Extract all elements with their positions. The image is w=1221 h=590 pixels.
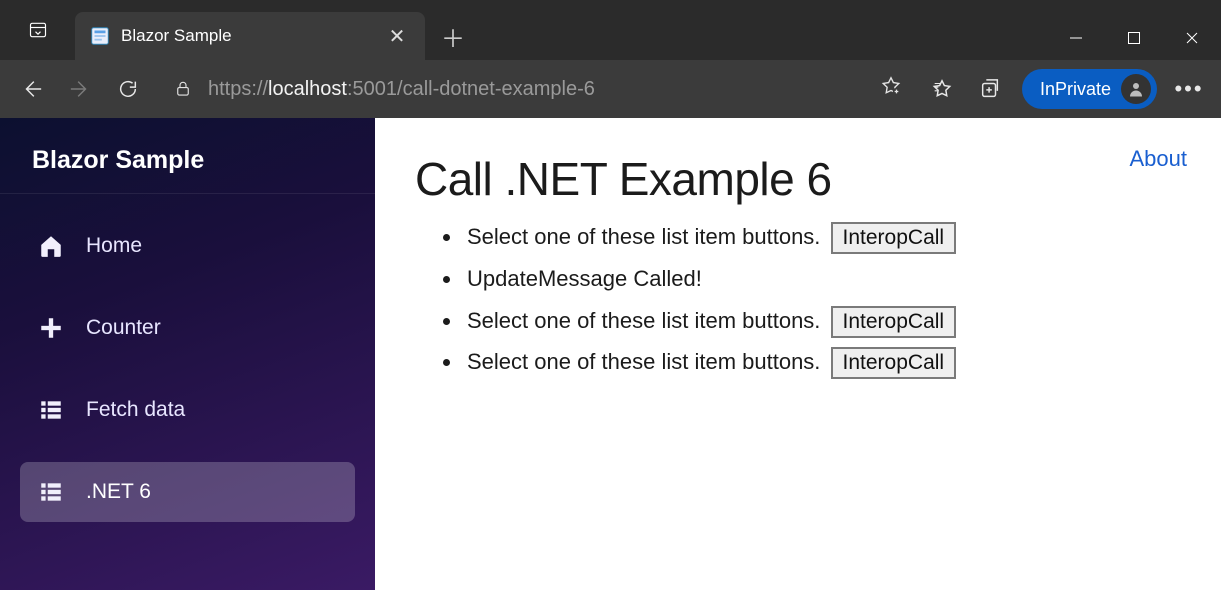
lock-icon bbox=[168, 80, 198, 98]
list-item: UpdateMessage Called! bbox=[463, 258, 1181, 300]
profile-avatar-icon bbox=[1121, 74, 1151, 104]
list-item-text: Select one of these list item buttons. bbox=[467, 308, 827, 333]
more-menu-button[interactable]: ••• bbox=[1167, 76, 1211, 102]
interop-call-button[interactable]: InteropCall bbox=[831, 222, 957, 254]
url-path: /call-dotnet-example-6 bbox=[397, 78, 595, 101]
tab-close-button[interactable]: ✕ bbox=[383, 22, 411, 50]
nav-refresh-button[interactable] bbox=[106, 67, 150, 111]
window-maximize-button[interactable] bbox=[1105, 15, 1163, 60]
browser-chrome: Blazor Sample ✕ ＋ https:// localhost :50… bbox=[0, 0, 1221, 118]
about-link[interactable]: About bbox=[1130, 146, 1188, 172]
sidebar-nav: Home Counter Fetch data .NET 6 bbox=[0, 194, 375, 544]
list-item: Select one of these list item buttons. I… bbox=[463, 341, 1181, 383]
page-viewport: Blazor Sample Home Counter Fetch data .NET … bbox=[0, 118, 1221, 590]
favorites-icon[interactable] bbox=[920, 67, 964, 111]
sidebar-item-label: Counter bbox=[86, 316, 161, 340]
sidebar: Blazor Sample Home Counter Fetch data .NET … bbox=[0, 118, 375, 590]
main-content: About Call .NET Example 6 Select one of … bbox=[375, 118, 1221, 590]
browser-toolbar: https:// localhost :5001 /call-dotnet-ex… bbox=[0, 60, 1221, 118]
browser-tab[interactable]: Blazor Sample ✕ bbox=[75, 12, 425, 60]
app-brand: Blazor Sample bbox=[0, 118, 375, 194]
tab-actions-icon[interactable] bbox=[0, 0, 75, 60]
sidebar-item-label: Fetch data bbox=[86, 398, 185, 422]
titlebar: Blazor Sample ✕ ＋ bbox=[0, 0, 1221, 60]
list-item: Select one of these list item buttons. I… bbox=[463, 216, 1181, 258]
list-item-text: Select one of these list item buttons. bbox=[467, 224, 827, 249]
window-controls bbox=[1047, 15, 1221, 60]
sidebar-item-counter[interactable]: Counter bbox=[20, 298, 355, 358]
sidebar-item--net-6[interactable]: .NET 6 bbox=[20, 462, 355, 522]
plus-icon bbox=[38, 315, 64, 341]
list-item: Select one of these list item buttons. I… bbox=[463, 300, 1181, 342]
example-list: Select one of these list item buttons. I… bbox=[439, 216, 1181, 383]
url-scheme: https:// bbox=[208, 78, 268, 101]
home-icon bbox=[38, 233, 64, 259]
window-minimize-button[interactable] bbox=[1047, 15, 1105, 60]
nav-back-button[interactable] bbox=[10, 67, 54, 111]
sidebar-item-label: .NET 6 bbox=[86, 480, 151, 504]
list-item-text: Select one of these list item buttons. bbox=[467, 349, 827, 374]
collections-icon[interactable] bbox=[968, 67, 1012, 111]
nav-forward-button[interactable] bbox=[58, 67, 102, 111]
new-tab-button[interactable]: ＋ bbox=[433, 16, 473, 56]
list-item-text: UpdateMessage Called! bbox=[467, 266, 702, 291]
sidebar-item-fetch-data[interactable]: Fetch data bbox=[20, 380, 355, 440]
inprivate-label: InPrivate bbox=[1040, 79, 1111, 100]
url-port: :5001 bbox=[347, 78, 397, 101]
inprivate-badge[interactable]: InPrivate bbox=[1022, 69, 1157, 109]
list-icon bbox=[38, 397, 64, 423]
url-host: localhost bbox=[268, 78, 347, 101]
favorite-add-icon[interactable] bbox=[874, 75, 908, 103]
interop-call-button[interactable]: InteropCall bbox=[831, 347, 957, 379]
tab-favicon-icon bbox=[89, 25, 111, 47]
tab-title: Blazor Sample bbox=[121, 26, 373, 46]
address-bar[interactable]: https:// localhost :5001 /call-dotnet-ex… bbox=[168, 69, 908, 109]
window-close-button[interactable] bbox=[1163, 15, 1221, 60]
list-icon bbox=[38, 479, 64, 505]
sidebar-item-home[interactable]: Home bbox=[20, 216, 355, 276]
sidebar-item-label: Home bbox=[86, 234, 142, 258]
page-title: Call .NET Example 6 bbox=[415, 152, 1181, 206]
interop-call-button[interactable]: InteropCall bbox=[831, 306, 957, 338]
